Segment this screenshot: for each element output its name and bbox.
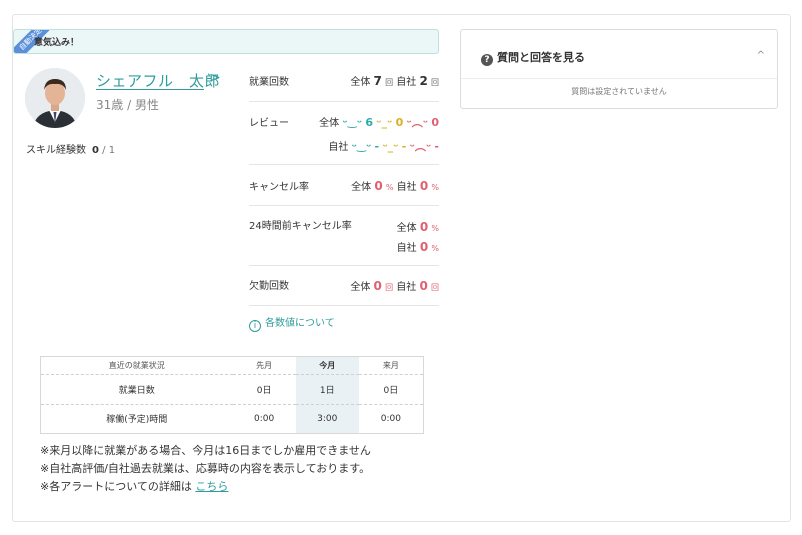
cancel-24h-own-value: 0 (419, 240, 429, 254)
question-icon: ? (481, 54, 493, 66)
review-neutral: 0 (395, 116, 404, 129)
own-label: 自社 (396, 77, 417, 88)
review-row: レビュー 全体 ᵕ‿ᵕ 6 ᵕ_ᵕ 0 ᵕ︵ᵕ 0 自社 ᵕ‿ᵕ - ᵕ_ᵕ -… (249, 102, 439, 165)
work-count-label: 就業回数 (249, 77, 289, 88)
note-line: ※各アラートについての詳細は こちら (40, 478, 371, 496)
table-row: 就業日数 0日 1日 0日 (40, 374, 424, 405)
notes: ※来月以降に就業がある場合、今月は16日までしか雇用できません ※自社高評価/自… (40, 442, 371, 496)
own-label: 自社 (328, 142, 349, 153)
table-row: 稼働(予定)時間 0:00 3:00 0:00 (41, 404, 424, 434)
about-values-link[interactable]: i 各数値について (249, 314, 335, 332)
table-cell: 0日 (358, 374, 424, 405)
review-own-bad: - (434, 140, 439, 153)
table-cell: 0:00 (254, 413, 275, 424)
cancel-rate-all: 0 (374, 179, 383, 193)
header-this-month: 今月 (295, 356, 359, 376)
sad-face-icon: ᵕ︵ᵕ (409, 140, 432, 153)
table-cell: 1日 (295, 374, 359, 405)
cancel-rate-row: キャンセル率 全体 0 % 自社 0 % (249, 165, 439, 206)
cancel-24h-all: 全体 0 % (397, 219, 439, 234)
review-bad: 0 (431, 116, 439, 129)
cancel-24h-all-value: 0 (419, 220, 429, 234)
avatar (25, 68, 85, 128)
qa-empty-message: 質問は設定されていません (571, 87, 667, 96)
motivation-banner: 自動決定 意気込み！ (13, 29, 439, 54)
neutral-face-icon: ᵕ_ᵕ (376, 116, 393, 129)
own-label: 自社 (396, 182, 417, 193)
review-own-neutral: - (401, 140, 407, 153)
review-good: 6 (365, 116, 373, 129)
row-label: 就業日数 (40, 374, 233, 405)
header-status: 直近の就業状況 (40, 356, 233, 376)
details-link[interactable]: こちら (195, 480, 228, 493)
all-label: 全体 (350, 282, 371, 293)
recent-work-table: 直近の就業状況 先月 今月 来月 就業日数 0日 1日 0日 稼働(予定)時間 … (40, 356, 424, 434)
motivation-text: 意気込み！ (34, 38, 80, 48)
cancel-rate-label: キャンセル率 (249, 182, 309, 193)
note-prefix: ※各アラートについての詳細は (40, 480, 192, 493)
skill-label: スキル経験数 (26, 145, 86, 156)
work-count-row: 就業回数 全体 7 回 自社 2 回 (249, 60, 439, 102)
unit: 回 (385, 78, 394, 87)
sad-face-icon: ᵕ︵ᵕ (406, 116, 429, 129)
table-header: 直近の就業状況 先月 今月 来月 (40, 356, 424, 376)
absence-all: 0 (373, 279, 382, 293)
own-label: 自社 (396, 282, 417, 293)
absence-own: 0 (419, 279, 428, 293)
note-line: ※来月以降に就業がある場合、今月は16日までしか雇用できません (40, 444, 371, 457)
all-label: 全体 (351, 182, 372, 193)
qa-panel: ? 質問と回答を見る ^ 質問は設定されていません (460, 29, 778, 109)
all-label: 全体 (319, 118, 340, 129)
skill-experience: スキル経験数 0 / 1 (26, 141, 115, 156)
qa-title: 質問と回答を見る (497, 51, 585, 64)
all-label: 全体 (396, 223, 417, 234)
unit: 回 (431, 78, 439, 87)
info-icon: i (249, 320, 261, 332)
skill-total: / 1 (102, 145, 116, 156)
review-own-good: - (374, 140, 380, 153)
unit: % (431, 224, 439, 233)
work-count-values: 全体 7 回 自社 2 回 (350, 73, 439, 88)
smile-face-icon: ᵕ‿ᵕ (351, 140, 372, 153)
cancel-24h-row: 24時間前キャンセル率 全体 0 % 自社 0 % (249, 206, 439, 266)
skill-count: 0 (92, 145, 99, 156)
unit: 回 (431, 283, 439, 292)
review-all-values: 全体 ᵕ‿ᵕ 6 ᵕ_ᵕ 0 ᵕ︵ᵕ 0 (319, 114, 439, 130)
cancel-24h-label: 24時間前キャンセル率 (249, 221, 352, 232)
unit: % (431, 244, 439, 253)
unit: 回 (385, 283, 394, 292)
chevron-right-icon[interactable]: > (209, 70, 221, 86)
cancel-rate-values: 全体 0 % 自社 0 % (351, 178, 439, 193)
row-label: 稼働(予定)時間 (106, 415, 168, 426)
qa-toggle[interactable]: ? 質問と回答を見る (481, 49, 585, 66)
about-values-label: 各数値について (265, 318, 335, 329)
chevron-up-icon[interactable]: ^ (757, 50, 765, 61)
absence-values: 全体 0 回 自社 0 回 (350, 278, 439, 293)
cancel-24h-own: 自社 0 % (397, 239, 439, 254)
review-own-values: 自社 ᵕ‿ᵕ - ᵕ_ᵕ - ᵕ︵ᵕ - (328, 138, 439, 154)
table-cell: 0:00 (380, 413, 401, 424)
table-cell: 0日 (232, 374, 296, 405)
review-label: レビュー (249, 118, 289, 129)
unit: % (385, 183, 394, 192)
table-cell: 3:00 (295, 404, 359, 434)
name-underline (96, 89, 204, 90)
smile-face-icon: ᵕ‿ᵕ (342, 116, 363, 129)
age-gender: 31歳 / 男性 (96, 98, 159, 112)
cancel-rate-own: 0 (419, 179, 429, 193)
absence-row: 欠勤回数 全体 0 回 自社 0 回 (249, 266, 439, 306)
unit: % (431, 183, 439, 192)
own-label: 自社 (396, 243, 417, 254)
work-count-all: 7 (373, 74, 382, 88)
all-label: 全体 (350, 77, 371, 88)
worker-name-link[interactable]: シェアフル 太郎 (96, 70, 220, 91)
work-count-own: 2 (419, 74, 428, 88)
divider (461, 78, 777, 79)
note-line: ※自社高評価/自社過去就業は、応募時の内容を表示しております。 (40, 462, 371, 475)
absence-label: 欠勤回数 (249, 281, 289, 292)
header-last-month: 先月 (232, 356, 296, 376)
neutral-face-icon: ᵕ_ᵕ (382, 140, 399, 153)
header-next-month: 来月 (358, 356, 424, 376)
